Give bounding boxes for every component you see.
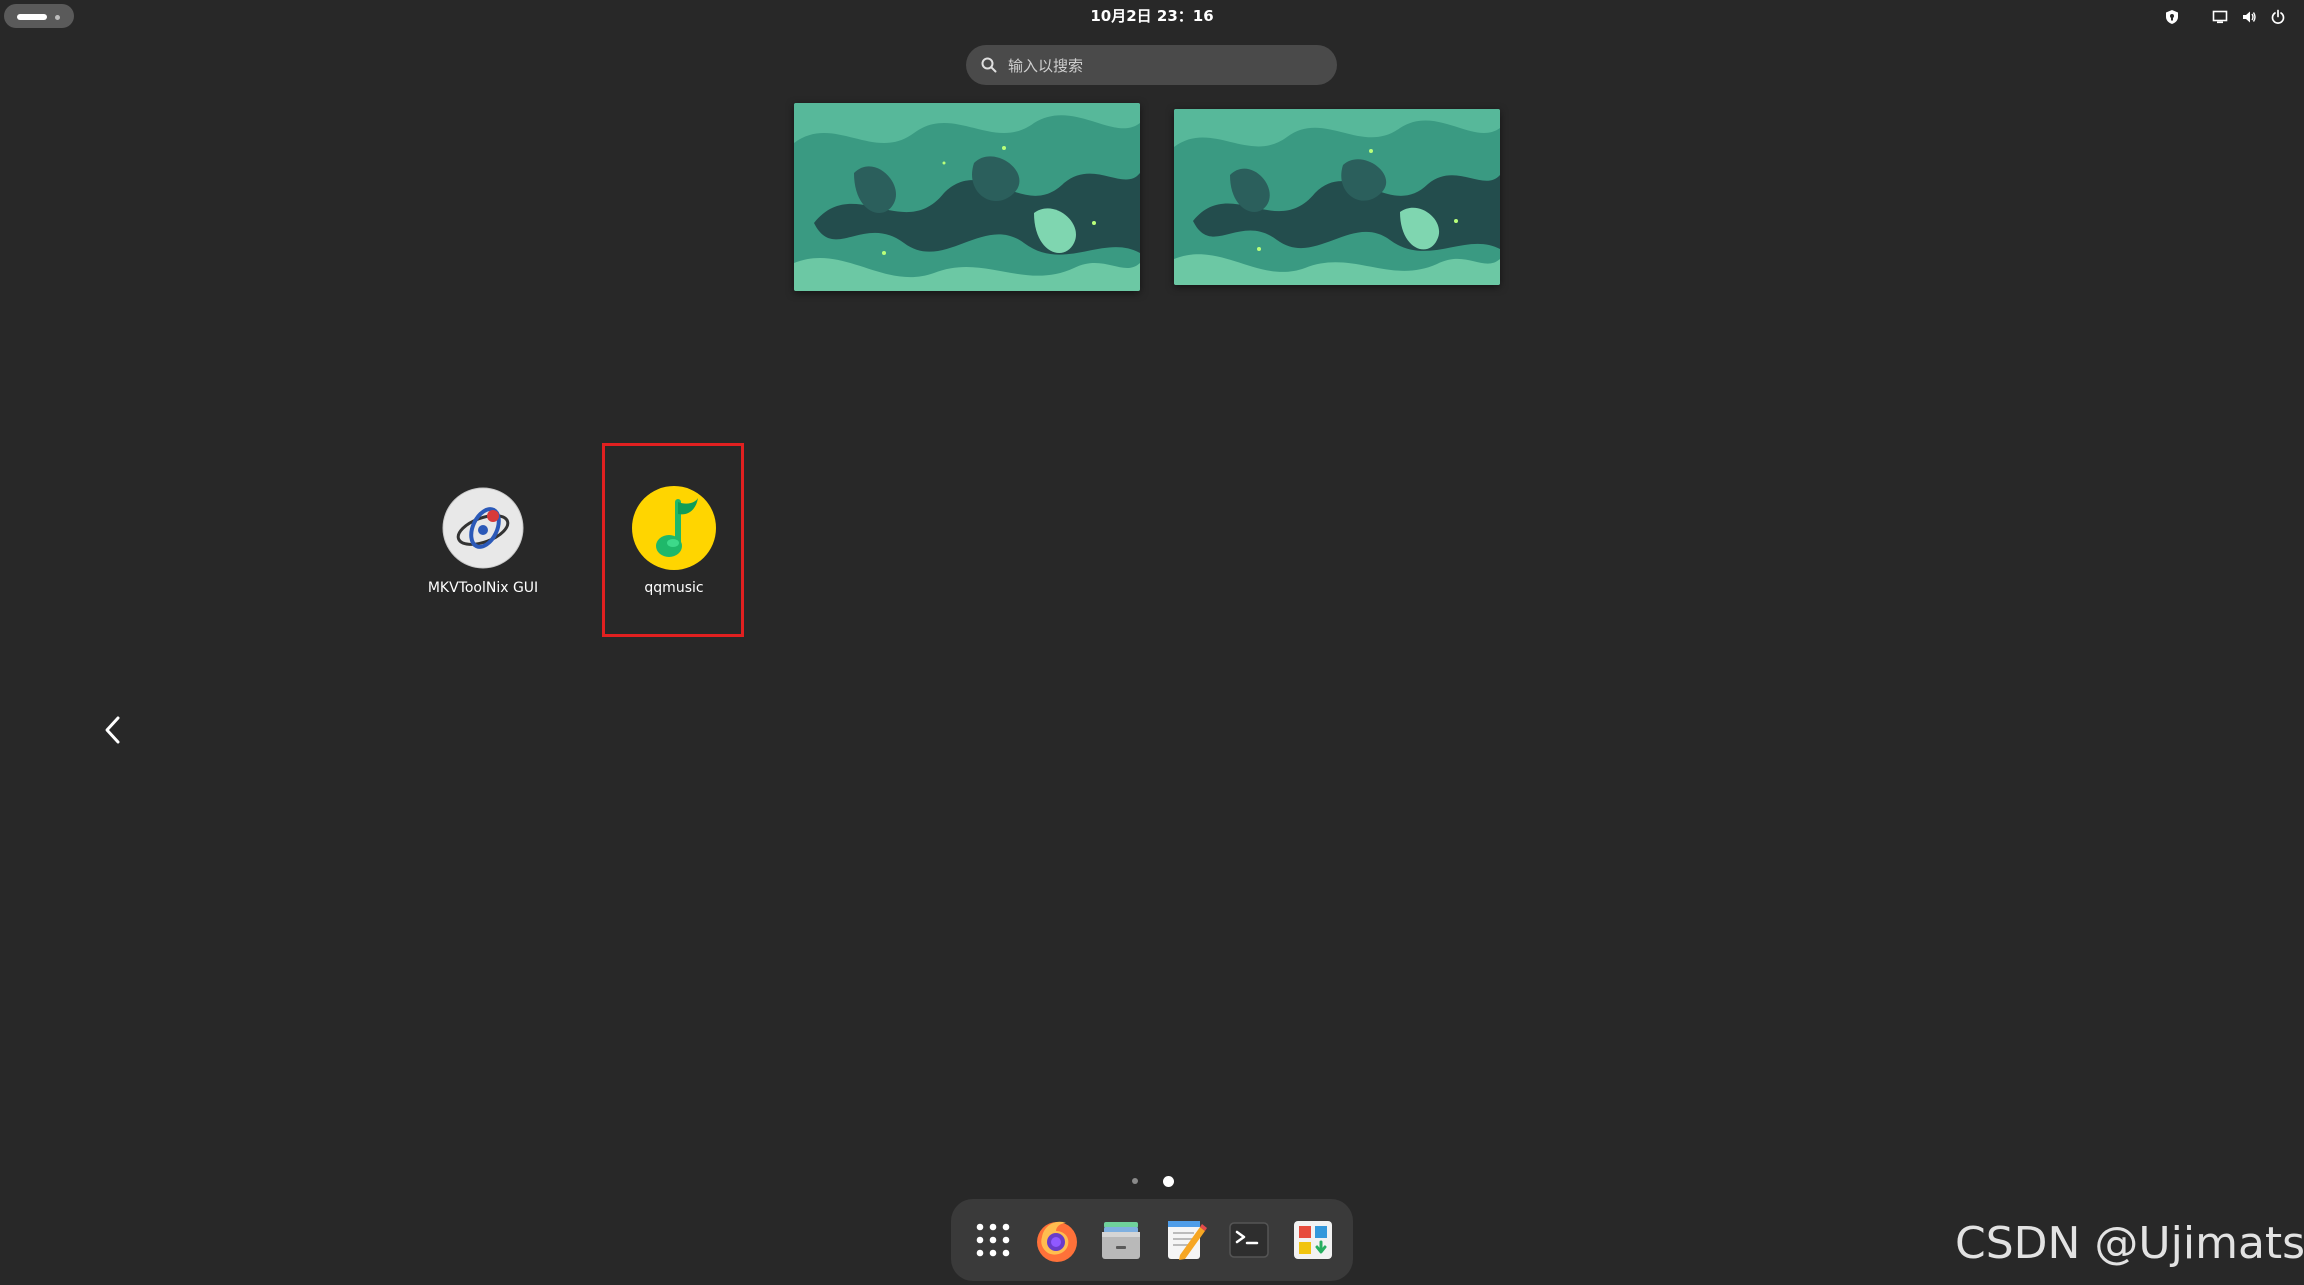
dock-terminal[interactable] xyxy=(1224,1215,1274,1265)
current-workspace-indicator xyxy=(17,14,47,20)
app-tile-mkvtoolnix[interactable]: MKVToolNix GUI xyxy=(413,446,553,626)
other-workspace-indicator xyxy=(55,15,60,20)
terminal-icon xyxy=(1229,1222,1269,1258)
wallpaper-image xyxy=(1174,109,1500,285)
dock-software[interactable] xyxy=(1288,1215,1338,1265)
top-bar: 10月2日 23：16 xyxy=(0,0,2304,34)
power-icon[interactable] xyxy=(2270,9,2286,25)
wallpaper-image xyxy=(794,103,1140,291)
shield-icon[interactable] xyxy=(2164,9,2180,25)
workspace-1-thumbnail[interactable] xyxy=(794,103,1140,291)
dock xyxy=(951,1199,1353,1281)
activities-button[interactable] xyxy=(4,4,74,28)
dock-text-editor[interactable] xyxy=(1160,1215,1210,1265)
dock-app-grid[interactable] xyxy=(968,1215,1018,1265)
page-indicator-1[interactable] xyxy=(1132,1178,1138,1184)
display-icon[interactable] xyxy=(2212,9,2228,25)
page-indicator-2[interactable] xyxy=(1163,1176,1174,1187)
highlight-annotation xyxy=(602,443,744,637)
workspace-2-thumbnail[interactable] xyxy=(1174,109,1500,285)
watermark-text: CSDN @Ujimatsu xyxy=(1955,1218,2304,1269)
mkvtoolnix-icon xyxy=(442,487,524,569)
dock-firefox[interactable] xyxy=(1032,1215,1082,1265)
search-icon xyxy=(981,57,997,73)
system-tray[interactable] xyxy=(2160,0,2304,34)
chevron-left-icon[interactable] xyxy=(98,712,128,748)
file-manager-icon xyxy=(1102,1222,1140,1259)
volume-icon[interactable] xyxy=(2241,9,2257,25)
clock[interactable]: 10月2日 23：16 xyxy=(1052,6,1252,26)
software-center-icon xyxy=(1294,1221,1332,1259)
firefox-icon xyxy=(1037,1221,1077,1262)
app-grid-icon xyxy=(976,1223,1010,1257)
app-label: MKVToolNix GUI xyxy=(427,580,539,596)
search-input[interactable] xyxy=(1006,45,1320,87)
search-bar[interactable] xyxy=(966,45,1337,87)
text-editor-icon xyxy=(1168,1221,1207,1260)
dock-files[interactable] xyxy=(1096,1215,1146,1265)
